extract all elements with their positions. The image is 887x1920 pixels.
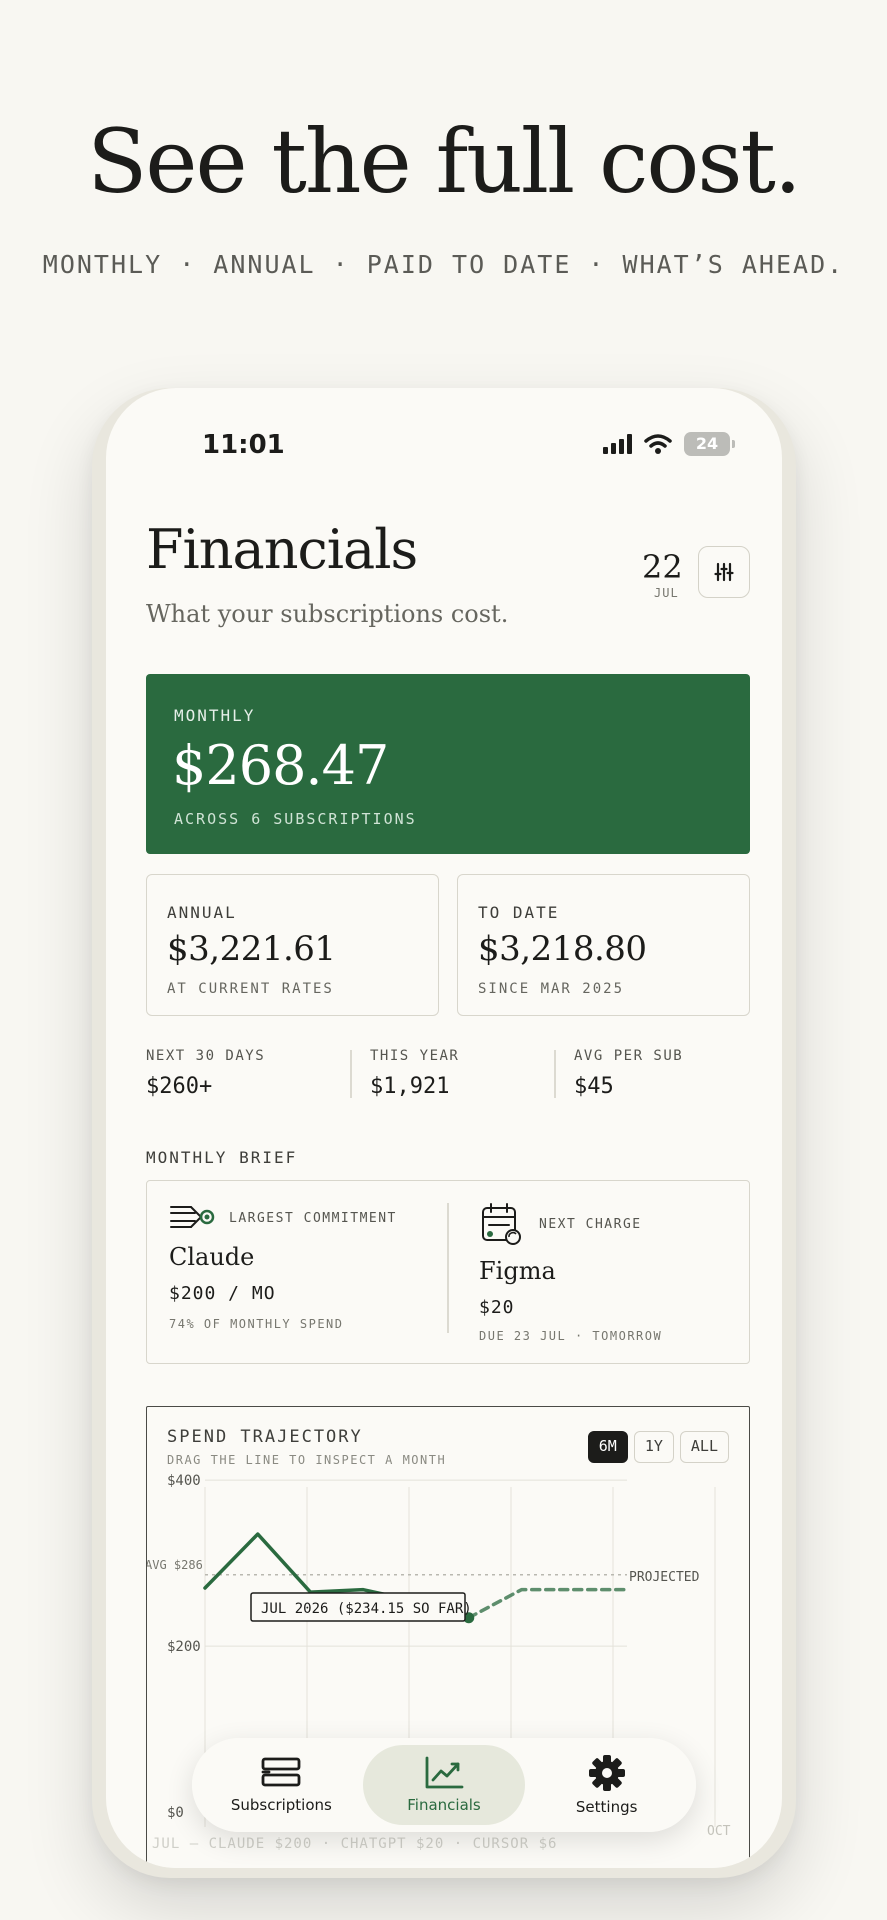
stat-value: $45: [574, 1074, 614, 1099]
hero-title: See the full cost.: [87, 110, 802, 213]
stat-avg-per-sub: AVG PER SUB $45: [574, 1048, 774, 1099]
projected-label: PROJECTED: [629, 1570, 700, 1585]
annual-card[interactable]: ANNUAL $3,221.61 AT CURRENT RATES: [146, 874, 439, 1016]
wifi-icon: [644, 434, 672, 454]
monthly-label: MONTHLY: [174, 706, 256, 725]
y-tick-label: $200: [167, 1639, 201, 1655]
stat-value: $1,921: [370, 1074, 450, 1099]
sliders-icon: [714, 562, 734, 582]
stat-next-30-days: NEXT 30 DAYS $260+: [146, 1048, 346, 1099]
battery-indicator: 24: [684, 432, 735, 456]
subscriptions-stack-icon: [261, 1757, 301, 1787]
tab-label: Financials: [407, 1796, 481, 1814]
date-day: 22: [642, 548, 683, 586]
hero-subtitle: MONTHLY · ANNUAL · PAID TO DATE · WHAT’S…: [42, 250, 845, 279]
date-month: JUL: [654, 586, 679, 600]
tab-subscriptions[interactable]: Subscriptions: [200, 1745, 363, 1825]
page-title: Financials: [146, 518, 418, 581]
projected-series-line: [467, 1587, 629, 1620]
stat-value: $260+: [146, 1074, 213, 1099]
stat-divider: [554, 1050, 556, 1098]
tab-label: Subscriptions: [230, 1796, 332, 1814]
tab-financials[interactable]: Financials: [362, 1745, 526, 1825]
phone-frame: 11:01 24 Financials What your subscripti…: [92, 388, 796, 1878]
to-date-card[interactable]: TO DATE $3,218.80 SINCE MAR 2025: [457, 874, 750, 1016]
stat-label: AVG PER SUB: [574, 1048, 684, 1064]
stat-label: THIS YEAR: [370, 1048, 460, 1064]
monthly-amount: $268.47: [172, 734, 389, 797]
next-name: Figma: [479, 1257, 556, 1285]
annual-label: ANNUAL: [167, 903, 237, 922]
y-tick-label: $0: [167, 1805, 184, 1821]
claude-logo-icon: [170, 1206, 215, 1228]
status-icons: 24: [603, 432, 735, 456]
largest-price: $200 / MO: [169, 1283, 276, 1304]
chart-footer-text: JUL — CLAUDE $200 · CHATGPT $20 · CURSOR…: [152, 1836, 558, 1852]
monthly-caption: ACROSS 6 SUBSCRIPTIONS: [174, 810, 417, 828]
phone-screen: 11:01 24 Financials What your subscripti…: [106, 388, 782, 1868]
annual-caption: AT CURRENT RATES: [167, 981, 334, 997]
stat-label: NEXT 30 DAYS: [146, 1048, 266, 1064]
stat-divider: [350, 1050, 352, 1098]
calendar-refresh-icon: [482, 1203, 521, 1245]
to-date-amount: $3,218.80: [478, 929, 647, 969]
tab-bar: Subscriptions Financials Settings: [192, 1738, 696, 1832]
monthly-brief-label: MONTHLY BRIEF: [146, 1148, 298, 1167]
to-date-label: TO DATE: [478, 903, 560, 922]
status-time: 11:01: [202, 430, 285, 460]
next-price: $20: [479, 1297, 515, 1318]
filter-button[interactable]: [698, 546, 750, 598]
average-label: AVG $286: [147, 1558, 203, 1572]
monthly-card[interactable]: MONTHLY $268.47 ACROSS 6 SUBSCRIPTIONS: [146, 674, 750, 854]
brief-divider: [447, 1203, 449, 1333]
largest-note: 74% OF MONTHLY SPEND: [169, 1317, 344, 1331]
tab-label: Settings: [575, 1798, 638, 1816]
page-subtitle: What your subscriptions cost.: [146, 600, 509, 628]
monthly-brief-card: LARGEST COMMITMENT Claude $200 / MO 74% …: [146, 1180, 750, 1364]
next-kicker: NEXT CHARGE: [539, 1217, 642, 1232]
gear-icon: [588, 1755, 625, 1791]
chart-trend-icon: [425, 1756, 464, 1789]
to-date-caption: SINCE MAR 2025: [478, 981, 625, 997]
tab-settings[interactable]: Settings: [525, 1745, 688, 1825]
next-note: DUE 23 JUL · TOMORROW: [479, 1329, 663, 1343]
stat-this-year: THIS YEAR $1,921: [370, 1048, 570, 1099]
largest-name: Claude: [169, 1243, 255, 1271]
largest-kicker: LARGEST COMMITMENT: [229, 1211, 397, 1226]
y-tick-label: $400: [167, 1473, 201, 1489]
annual-amount: $3,221.61: [167, 929, 336, 969]
chart-tooltip-text: JUL 2026 ($234.15 SO FAR): [261, 1601, 472, 1617]
cellular-signal-icon: [603, 434, 632, 454]
